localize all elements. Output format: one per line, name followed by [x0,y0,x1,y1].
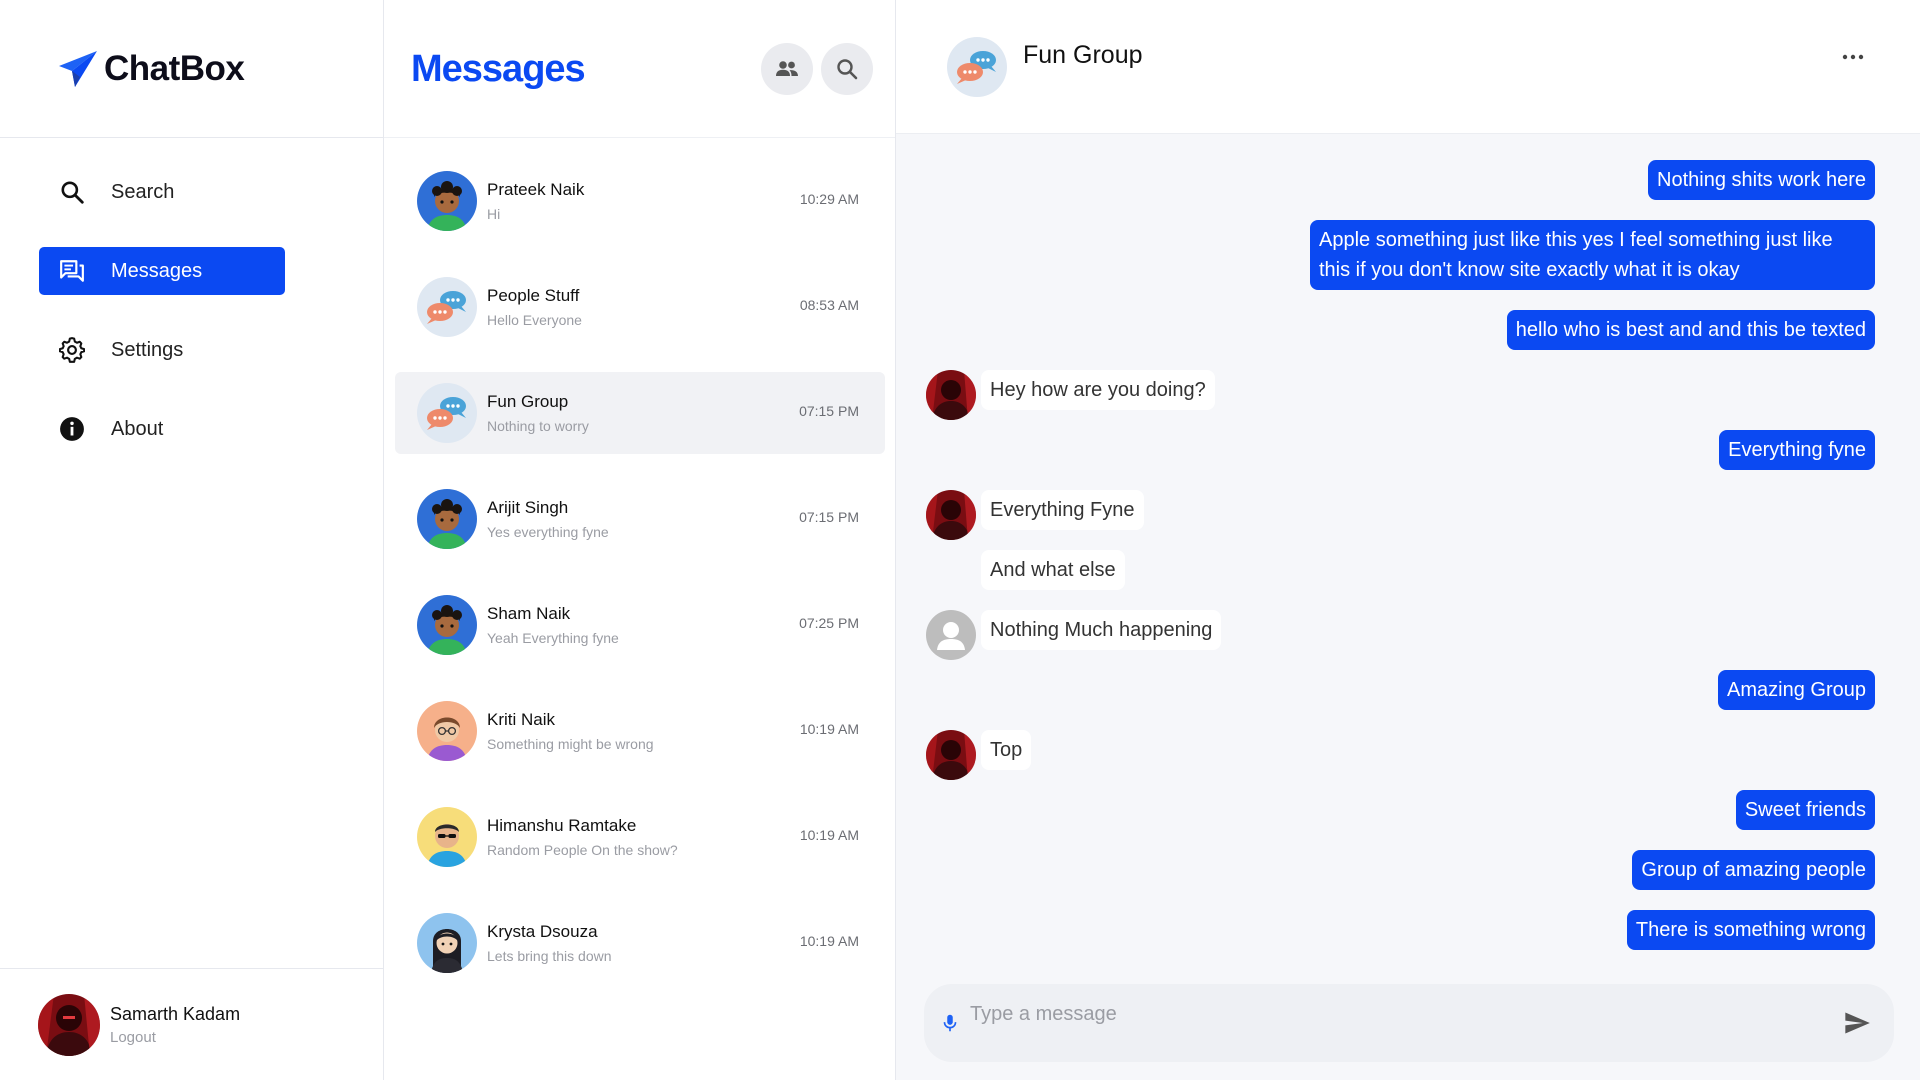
conversation-time: 08:53 AM [799,297,859,313]
conversation-item[interactable]: People Stuff Hello Everyone 08:53 AM [395,266,885,348]
sidebar-item-messages[interactable]: Messages [39,247,285,295]
conversation-preview: Lets bring this down [487,948,612,964]
chat-bubbles-avatar [417,383,477,443]
conversation-item[interactable]: Sham Naik Yeah Everything fyne 07:25 PM [395,584,885,666]
info-icon [59,416,85,442]
search-icon [837,59,858,80]
current-user: Samarth Kadam Logout [0,968,383,1080]
chat-bubbles-avatar [947,37,1007,97]
conversation-time: 10:19 AM [799,933,859,949]
conversation-name: Arijit Singh [487,498,569,517]
boy-curly-avatar [417,489,477,549]
message-outgoing: Amazing Group [1718,670,1875,710]
conversation-item[interactable]: Kriti Naik Something might be wrong 10:1… [395,690,885,772]
message-outgoing: Group of amazing people [1632,850,1875,890]
conversation-preview: Something might be wrong [487,736,654,752]
conversation-item[interactable]: Prateek Naik Hi 10:29 AM [395,160,885,242]
chat-panel: Fun Group Nothing shits work here Apple … [896,0,1920,1080]
sidebar: ChatBox Search Messages Settings About S… [0,0,384,1080]
app-name: ChatBox [104,48,245,88]
conversation-header: Messages [384,0,895,138]
message-incoming: Everything Fyne [981,490,1144,530]
conversation-preview: Hi [487,206,501,222]
conversation-item[interactable]: Himanshu Ramtake Random People On the sh… [395,796,885,878]
default-user-avatar [926,610,976,660]
chat-bubbles-avatar [417,277,477,337]
sidebar-item-label: Settings [111,338,184,361]
message-outgoing: Sweet friends [1735,790,1875,830]
chat-title: Fun Group [1023,41,1143,69]
people-icon [776,61,798,76]
conversation-name: Himanshu Ramtake [487,816,637,835]
man-sunglasses-avatar [417,807,477,867]
conversation-time: 07:15 PM [799,403,859,419]
message-incoming: Hey how are you doing? [981,370,1215,410]
avatar[interactable] [38,993,100,1056]
conversation-list: Prateek Naik Hi 10:29 AM People Stuff He… [395,160,885,1008]
sidebar-item-about[interactable]: About [39,405,285,453]
user-name: Samarth Kadam [110,1003,241,1024]
search-icon [59,179,85,205]
search-button[interactable] [821,43,873,95]
conversation-name: Fun Group [487,392,569,411]
woman-dark-hair-avatar [417,913,477,973]
conversation-name: Sham Naik [487,604,571,623]
more-options-button[interactable] [1838,42,1868,72]
conversation-preview: Yes everything fyne [487,524,609,540]
message-input[interactable] [970,1002,1840,1026]
gear-icon [59,337,85,363]
red-portrait-avatar [926,730,976,780]
chat-header: Fun Group [896,0,1920,134]
conversation-preview: Random People On the show? [487,842,678,858]
conversation-preview: Hello Everyone [487,312,582,328]
conversation-time: 10:19 AM [799,721,859,737]
conversation-panel: Messages Prateek Naik Hi 10:29 AM People… [384,0,896,1080]
conversation-name: Krysta Dsouza [487,922,598,941]
conversation-time: 10:29 AM [799,191,859,207]
message-list: Nothing shits work here Apple something … [896,134,1920,966]
conversation-item[interactable]: Arijit Singh Yes everything fyne 07:15 P… [395,478,885,560]
message-outgoing: Apple something just like this yes I fee… [1310,220,1875,290]
message-incoming: Top [981,730,1032,770]
contacts-button[interactable] [761,43,813,95]
conversation-time: 07:15 PM [799,509,859,525]
sidebar-item-search[interactable]: Search [39,168,285,216]
sidebar-item-label: About [111,417,164,440]
send-button[interactable] [1840,1006,1874,1040]
chat-app: ChatBox Search Messages Settings About S… [0,0,1920,1080]
microphone-icon[interactable] [938,1011,962,1035]
conversation-item-selected[interactable]: Fun Group Nothing to worry 07:15 PM [395,372,885,454]
conversation-time: 10:19 AM [799,827,859,843]
conversation-item[interactable]: Krysta Dsouza Lets bring this down 10:19… [395,902,885,984]
boy-curly-avatar [417,171,477,231]
sidebar-nav: Search Messages Settings About [39,168,285,484]
paper-plane-logo-icon [59,50,97,87]
boy-curly-avatar [417,595,477,655]
messages-icon [59,258,85,284]
more-horizontal-icon [1842,54,1864,60]
logout-link[interactable]: Logout [110,1029,240,1046]
conversation-name: People Stuff [487,286,580,305]
conversation-preview: Yeah Everything fyne [487,630,619,646]
message-composer [924,984,1894,1062]
sidebar-item-label: Messages [111,259,203,282]
sidebar-item-label: Search [111,180,175,203]
message-outgoing: Nothing shits work here [1648,160,1875,200]
sidebar-item-settings[interactable]: Settings [39,326,285,374]
message-outgoing: Everything fyne [1719,430,1875,470]
conversation-name: Kriti Naik [487,710,556,729]
conversation-name: Prateek Naik [487,180,585,199]
message-incoming: Nothing Much happening [981,610,1222,650]
brand: ChatBox [0,0,383,138]
girl-glasses-avatar [417,701,477,761]
red-portrait-avatar [926,490,976,540]
message-incoming: And what else [981,550,1125,590]
red-portrait-avatar [926,370,976,420]
message-outgoing: There is something wrong [1626,910,1875,950]
conversation-time: 07:25 PM [799,615,859,631]
page-title: Messages [411,48,586,90]
conversation-preview: Nothing to worry [487,418,589,434]
message-outgoing: hello who is best and and this be texted [1506,310,1875,350]
send-icon [1845,1012,1870,1034]
